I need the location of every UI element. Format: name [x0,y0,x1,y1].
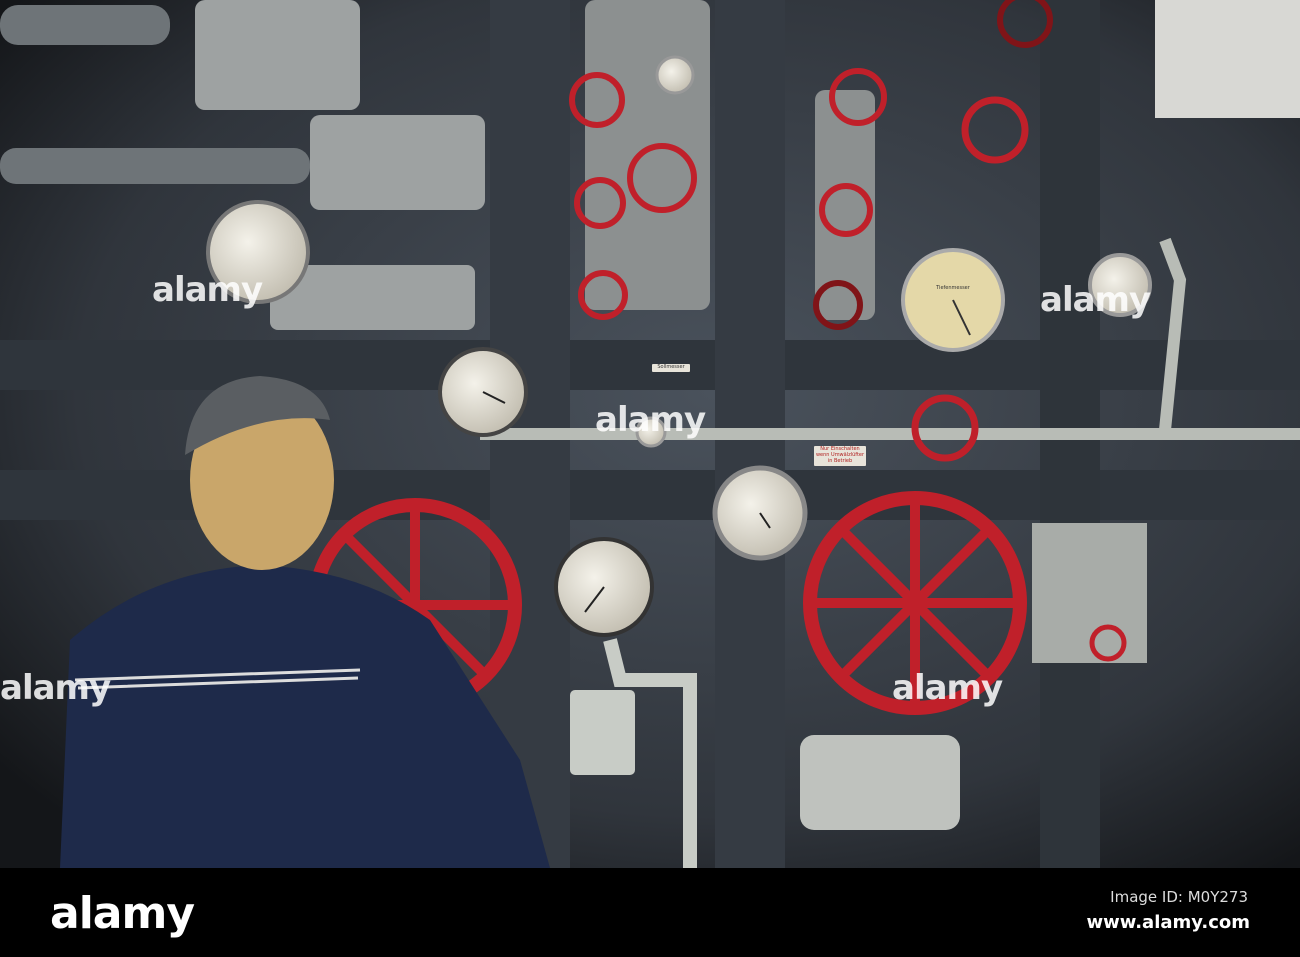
pipe [0,5,170,45]
pipe [0,148,310,184]
footer-bar: alamy Image ID: M0Y273 www.alamy.com [0,868,1300,957]
small-gauge [655,55,695,95]
vent-grille [1155,0,1300,118]
warning-plate: Nur Einschalten wenn Umwälzlüfter in Bet… [814,446,866,466]
watermark: alamy [892,668,1003,708]
label-plate: Sollmesser [652,364,690,372]
watermark: alamy [595,400,706,440]
image-id: Image ID: M0Y273 [1110,888,1248,906]
recorder-box [570,690,635,775]
control-box [1032,523,1147,663]
junction-box [195,0,360,110]
steel-band [0,340,1300,390]
photo: Sollmesser Nur Einschalten wenn Umwälzlü… [0,0,1300,957]
valve-manifold [585,0,710,310]
depth-gauge-label: Tiefenmesser [936,285,970,291]
junction-box [310,115,485,210]
watermark: alamy [152,270,263,310]
watermark: alamy [1040,280,1151,320]
watermark: alamy [0,668,111,708]
alamy-logo: alamy [50,888,195,939]
canister [800,735,960,830]
site-url: www.alamy.com [1086,912,1250,933]
